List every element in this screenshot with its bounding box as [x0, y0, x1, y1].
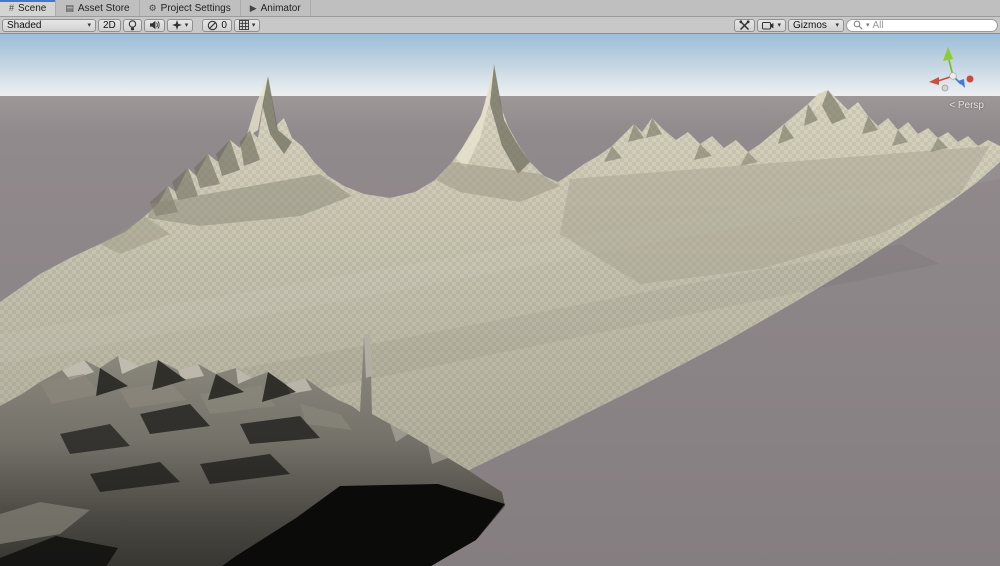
window-tab-bar: # Scene ▤ Asset Store ⚙ Project Settings… — [0, 0, 1000, 17]
scene-search-field[interactable]: ▾ All — [846, 18, 998, 32]
tab-asset-store-label: Asset Store — [77, 2, 130, 14]
search-filter-value: All — [872, 19, 884, 31]
animator-tab-icon: ▶ — [249, 2, 257, 13]
search-filter-caret-icon: ▾ — [866, 22, 870, 29]
scene-tab-icon: # — [9, 2, 15, 13]
tab-animator[interactable]: ▶ Animator — [241, 0, 311, 16]
chevron-down-icon: ▾ — [835, 21, 839, 29]
gizmos-dropdown[interactable]: Gizmos ▾ — [788, 18, 844, 32]
hidden-objects-toggle[interactable]: 0 — [202, 18, 232, 32]
component-tools-button[interactable] — [734, 18, 756, 32]
gizmos-label: Gizmos — [793, 19, 827, 31]
scene-audio-toggle[interactable] — [143, 18, 165, 32]
tab-scene[interactable]: # Scene — [0, 0, 57, 16]
hidden-objects-count: 0 — [221, 19, 227, 31]
projection-mode-label[interactable]: < Persp — [949, 100, 984, 111]
search-icon — [853, 20, 863, 30]
scene-view-toolbar: Shaded ▾ 2D ▾ 0 ▾ ▾ Gizmos ▾ ▾ All — [0, 17, 1000, 34]
scene-camera-dropdown[interactable]: ▾ — [757, 18, 786, 32]
tab-scene-label: Scene — [18, 2, 47, 14]
visibility-off-icon — [208, 20, 218, 30]
scene-canvas[interactable] — [0, 34, 1000, 566]
lightbulb-icon — [128, 19, 137, 30]
draw-mode-dropdown[interactable]: Shaded ▾ — [2, 18, 96, 32]
effects-star-icon — [171, 20, 182, 30]
2d-toggle-button[interactable]: 2D — [98, 18, 121, 32]
asset-store-tab-icon: ▤ — [65, 2, 74, 13]
wrench-tools-icon — [739, 19, 751, 30]
x-axis-negative-ball[interactable] — [966, 75, 974, 83]
tab-asset-store[interactable]: ▤ Asset Store — [56, 0, 140, 16]
scene-lighting-toggle[interactable] — [122, 18, 142, 32]
project-settings-tab-icon: ⚙ — [148, 2, 157, 13]
draw-mode-label: Shaded — [7, 19, 42, 31]
chevron-down-icon: ▾ — [251, 21, 256, 29]
z-axis-negative-ball[interactable] — [941, 84, 949, 92]
tab-project-settings[interactable]: ⚙ Project Settings — [140, 0, 241, 16]
scene-viewport[interactable]: < Persp — [0, 34, 1000, 566]
camera-icon — [762, 21, 774, 29]
2d-toggle-label: 2D — [103, 19, 116, 31]
chevron-down-icon: ▾ — [777, 21, 781, 29]
toolbar-left-group: Shaded ▾ 2D ▾ 0 ▾ — [2, 18, 261, 32]
toolbar-right-group: ▾ Gizmos ▾ ▾ All — [734, 18, 998, 32]
speaker-icon — [149, 20, 160, 30]
gizmo-center-cube[interactable] — [949, 72, 957, 80]
grid-settings-dropdown[interactable]: ▾ — [233, 18, 261, 32]
tab-animator-label: Animator — [260, 2, 301, 14]
chevron-down-icon: ▾ — [87, 21, 91, 29]
chevron-down-icon: ▾ — [184, 21, 189, 29]
effects-dropdown-button[interactable]: ▾ — [166, 18, 194, 32]
tab-project-settings-label: Project Settings — [160, 2, 231, 14]
grid-icon — [238, 20, 249, 30]
